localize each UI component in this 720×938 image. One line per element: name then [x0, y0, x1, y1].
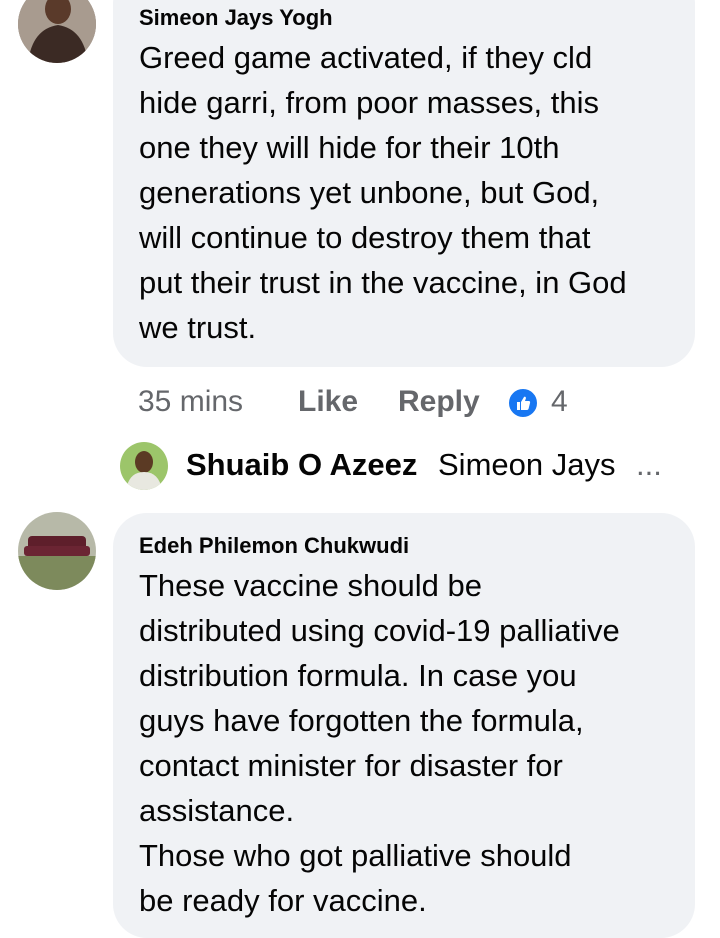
reply-ellipsis: ... — [636, 447, 662, 482]
profile-photo-icon — [18, 0, 96, 63]
comment-text: Greed game activated, if they cld hide g… — [139, 40, 627, 345]
avatar-edeh[interactable] — [18, 512, 96, 590]
thumbs-up-icon[interactable] — [507, 387, 539, 419]
reply-text: Simeon Jays — [438, 447, 616, 482]
comment-bubble: Simeon Jays Yogh Greed game activated, i… — [113, 0, 695, 367]
comment-text: These vaccine should be distributed usin… — [139, 568, 620, 918]
comment-author[interactable]: Simeon Jays Yogh — [139, 5, 673, 31]
profile-photo-icon — [120, 442, 168, 490]
reaction-count[interactable]: 4 — [551, 382, 568, 422]
avatar-simeon[interactable] — [18, 0, 96, 63]
reply-button[interactable]: Reply — [398, 382, 480, 422]
comment-bubble: Edeh Philemon Chukwudi These vaccine sho… — [113, 513, 695, 938]
avatar-shuaib[interactable] — [120, 442, 168, 490]
comment-author[interactable]: Edeh Philemon Chukwudi — [139, 533, 673, 559]
comment-time[interactable]: 35 mins — [138, 382, 243, 422]
reply-author[interactable]: Shuaib O Azeez — [186, 440, 417, 490]
like-button[interactable]: Like — [298, 382, 358, 422]
profile-photo-icon — [18, 512, 96, 590]
